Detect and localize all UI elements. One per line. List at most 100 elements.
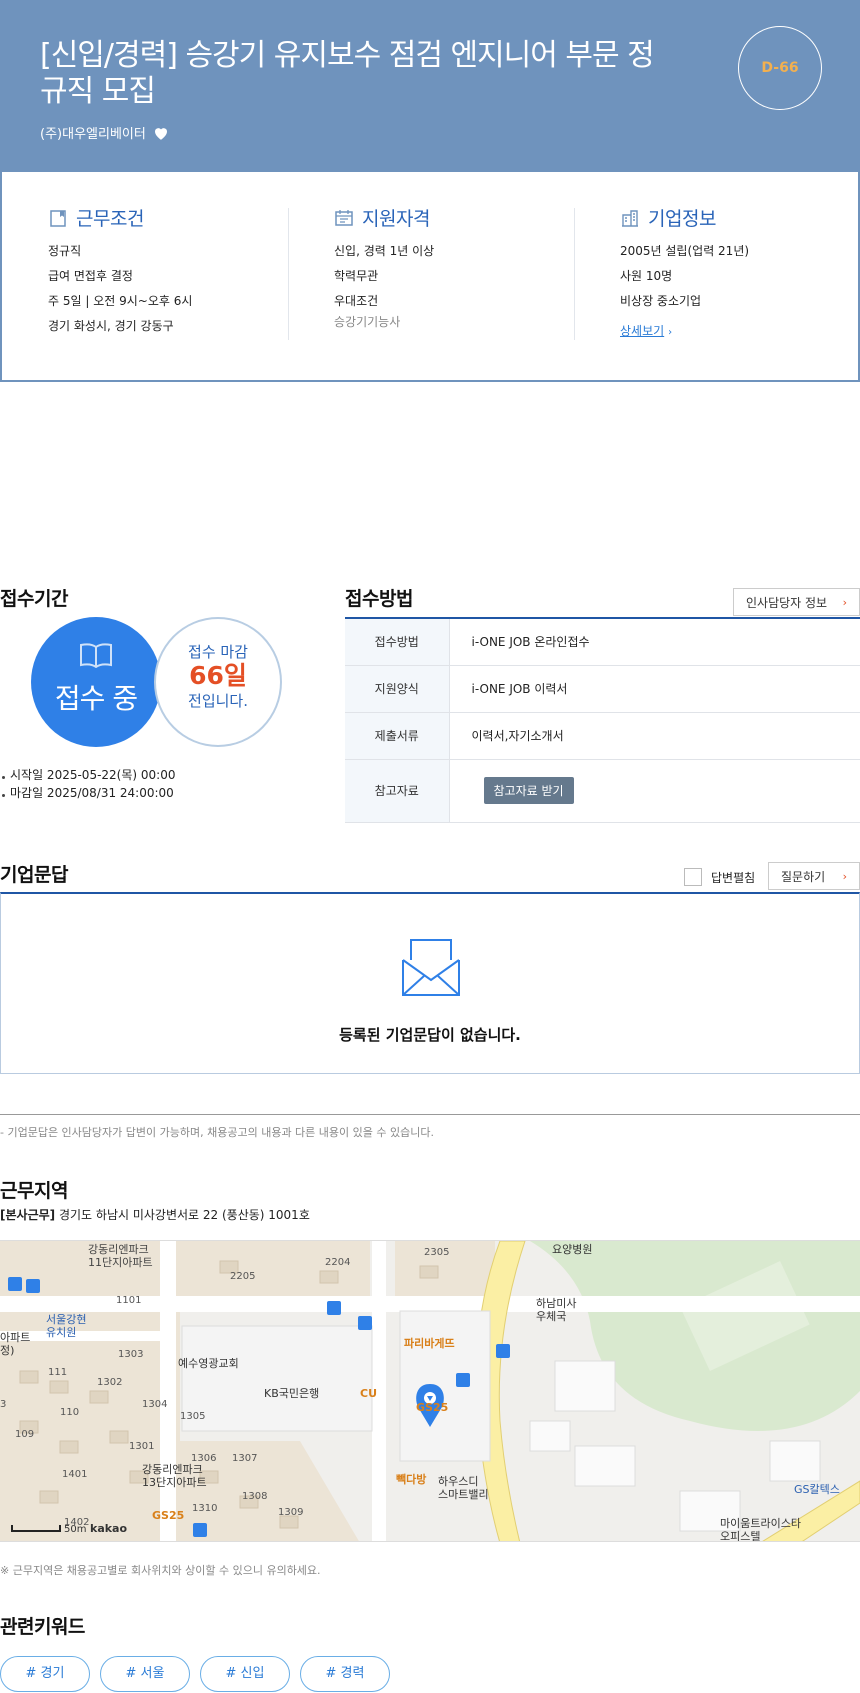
company-name[interactable]: (주)대우엘리베이터 [40, 123, 146, 142]
divider [0, 1114, 860, 1115]
map-label-house-smart-valley: 하우스디 스마트밸리 [438, 1475, 489, 1501]
map-label-officetel: 마이움트라이스타 오피스텔 [720, 1517, 801, 1542]
map-label-paris-baguette: 파리바게뜨 [404, 1337, 455, 1350]
expand-answers-label[interactable]: 답변펼침 [711, 869, 755, 886]
job-header: [신입/경력] 승강기 유지보수 점검 엔지니어 부문 정규직 모집 (주)대우… [0, 0, 860, 172]
company-info-title: 기업정보 [648, 208, 716, 230]
dday-badge: D-66 [738, 26, 822, 110]
period-section-title: 접수기간 [0, 588, 68, 610]
company-info-heading: 기업정보 [620, 204, 860, 231]
map-note: ※ 근무지역은 채용공고별로 회사위치와 상이할 수 있으니 유의하세요. [0, 1564, 321, 1577]
keyword-tag[interactable]: # 서울 [100, 1656, 190, 1692]
map-label-gs-caltex: GS칼텍스 [794, 1483, 840, 1496]
deadline-circle: 접수 마감 66일 전입니다. [154, 617, 282, 747]
map-block-number: 1309 [278, 1507, 304, 1518]
company-line-3: 비상장 중소기업 [620, 294, 702, 308]
map-block-number: 2204 [325, 1257, 351, 1268]
qa-empty-message: 등록된 기업문답이 없습니다. [339, 1026, 521, 1044]
row-key: 제출서류 [345, 712, 450, 760]
table-row: 접수방법 i-ONE JOB 온라인접수 [345, 618, 860, 666]
map-label-kb-bank: KB국민은행 [264, 1387, 320, 1400]
keyword-tag[interactable]: # 신입 [200, 1656, 290, 1692]
map-label-kindergarten: 서울강현 유치원 [46, 1313, 86, 1339]
deadline-label: 접수 마감 [188, 643, 248, 661]
keyword-tag[interactable]: # 경기 [0, 1656, 90, 1692]
kakao-logo: kakao [90, 1522, 128, 1535]
company-detail-link[interactable]: 상세보기 › [620, 322, 672, 339]
map-label-text: 하우스디 스마트밸리 [438, 1475, 489, 1501]
job-title: [신입/경력] 승강기 유지보수 점검 엔지니어 부문 정규직 모집 [40, 38, 655, 109]
location-map[interactable]: 강동리엔파크 11단지아파트 서울강현 유치원 아파트 정) 예수영광교회 KB… [0, 1240, 860, 1542]
qual-line-3: 우대조건 [334, 294, 379, 308]
ask-question-label: 질문하기 [781, 869, 826, 884]
envelope-icon [402, 939, 460, 996]
map-label-text: 마이움트라이스타 오피스텔 [720, 1517, 801, 1542]
company-line-2: 사원 10명 [620, 269, 673, 283]
map-label-text: 서울강현 유치원 [46, 1313, 87, 1339]
map-label-apt-left: 아파트 정) [0, 1331, 30, 1357]
company-info: 기업정보 2005년 설립(업력 21년) 사원 10명 비상장 중소기업 상세… [620, 204, 860, 340]
divider [288, 208, 289, 340]
expand-answers-toggle[interactable]: 답변펼침 [684, 868, 755, 886]
table-row: 참고자료 참고자료 받기 [345, 759, 860, 823]
map-label-apt13: 강동리엔파크 13단지아파트 [142, 1463, 207, 1489]
company-name-row[interactable]: (주)대우엘리베이터 [40, 123, 170, 142]
preferred-qualification: 승강기기능사 [334, 315, 401, 329]
qa-note: - 기업문답은 인사담당자가 답변이 가능하며, 채용공고의 내용과 다른 내용… [0, 1126, 434, 1139]
end-date: 마감일 2025/08/31 24:00:00 [0, 784, 175, 802]
qa-section-title: 기업문답 [0, 864, 68, 886]
company-line-1: 2005년 설립(업력 21년) [620, 244, 750, 258]
table-row: 지원양식 i-ONE JOB 이력서 [345, 665, 860, 713]
map-label-text: 아파트 정) [0, 1331, 31, 1357]
map-block-number: 1301 [129, 1441, 155, 1452]
address-tag: [본사근무] [0, 1208, 56, 1222]
work-address: [본사근무] 경기도 하남시 미사강변서로 22 (풍산동) 1001호 [0, 1206, 310, 1223]
row-value: i-ONE JOB 이력서 [449, 665, 860, 713]
qualifications-title: 지원자격 [362, 208, 430, 230]
qualifications: 지원자격 신입, 경력 1년 이상 학력무관 우대조건 승강기기능사 [334, 204, 604, 340]
ask-question-button[interactable]: 질문하기 › [768, 862, 860, 890]
row-key: 참고자료 [345, 759, 450, 823]
work-line-4: 경기 화성시, 경기 강동구 [48, 319, 174, 333]
row-value: 참고자료 받기 [449, 759, 860, 823]
open-book-icon [80, 643, 112, 668]
row-value: 이력서,자기소개서 [449, 712, 860, 760]
map-block-number: 1305 [180, 1411, 206, 1422]
map-block-number: 109 [15, 1429, 35, 1440]
qualifications-heading: 지원자격 [334, 204, 604, 231]
calendar-icon [335, 209, 353, 226]
keyword-tag[interactable]: # 경력 [300, 1656, 390, 1692]
hr-contact-button[interactable]: 인사담당자 정보 › [733, 588, 860, 616]
job-summary: 근무조건 정규직 급여 면접후 결정 주 5일 | 오전 9시~오후 6시 경기… [0, 172, 860, 382]
expand-answers-checkbox[interactable] [684, 868, 702, 886]
application-status: 접수 중 [54, 682, 138, 715]
map-block-number: 1401 [62, 1469, 88, 1480]
work-conditions-heading: 근무조건 [48, 204, 318, 231]
map-label-church: 예수영광교회 [178, 1357, 239, 1370]
address-text: 경기도 하남시 미사강변서로 22 (풍산동) 1001호 [58, 1208, 310, 1222]
work-line-3: 주 5일 | 오전 9시~오후 6시 [48, 294, 193, 308]
row-key: 접수방법 [345, 618, 450, 666]
work-conditions-title: 근무조건 [76, 208, 144, 230]
map-label-apt11: 강동리엔파크 11단지아파트 [88, 1243, 153, 1269]
days-left: 66일 [189, 661, 247, 690]
hr-contact-label: 인사담당자 정보 [746, 595, 828, 610]
chevron-right-icon: › [668, 327, 673, 338]
start-date: 시작일 2025-05-22(목) 00:00 [0, 766, 175, 784]
keywords-section-title: 관련키워드 [0, 1616, 85, 1638]
method-section-title: 접수방법 [345, 588, 413, 610]
divider [574, 208, 575, 340]
map-block-number: 1304 [142, 1399, 168, 1410]
map-base [0, 1241, 860, 1541]
download-reference-button[interactable]: 참고자료 받기 [483, 777, 574, 804]
period-dates: 시작일 2025-05-22(목) 00:00 마감일 2025/08/31 2… [0, 766, 175, 802]
building-icon [622, 209, 638, 227]
heart-icon[interactable] [152, 124, 170, 142]
status-circle: 접수 중 [31, 617, 161, 747]
map-block-number: 2205 [230, 1271, 256, 1282]
detail-link-label[interactable]: 상세보기 [620, 324, 664, 338]
map-block-number: 1302 [97, 1377, 123, 1388]
days-suffix: 전입니다. [188, 692, 248, 710]
map-label-gs25-2: GS25 [152, 1509, 185, 1522]
table-row: 제출서류 이력서,자기소개서 [345, 712, 860, 760]
